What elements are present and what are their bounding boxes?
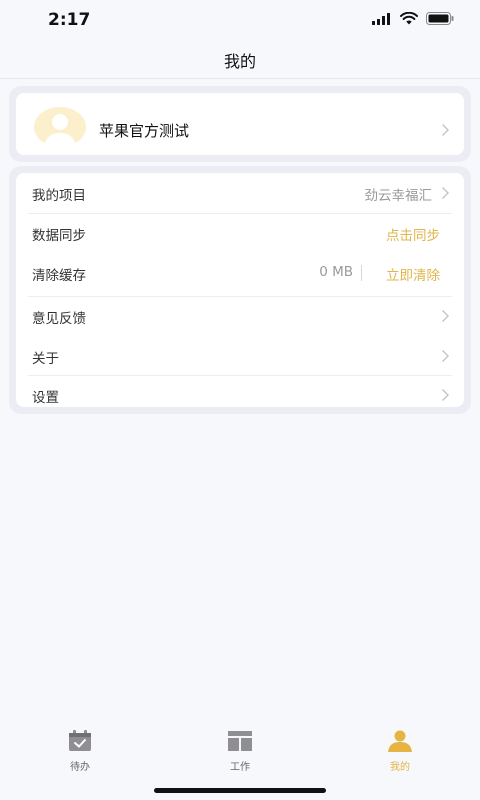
sync-now-button[interactable]: 点击同步: [386, 224, 440, 244]
chevron-right-icon: [442, 389, 449, 401]
menu-item-my-project[interactable]: 我的项目 劲云幸福汇: [16, 173, 464, 213]
status-bar: 2:17: [0, 0, 480, 40]
tab-mine[interactable]: 我的: [360, 730, 440, 773]
tab-work[interactable]: 工作: [200, 730, 280, 773]
default-avatar-icon: [44, 114, 76, 147]
menu-item-clear-cache: 清除缓存 0 MB 立即清除: [16, 253, 464, 293]
chevron-right-icon: [442, 310, 449, 322]
menu-item-label: 清除缓存: [32, 268, 86, 284]
layout-icon: [228, 731, 252, 751]
status-icons: [372, 12, 454, 25]
menu-item-label: 数据同步: [32, 228, 86, 244]
wifi-icon: [400, 12, 418, 25]
calendar-check-icon: [69, 730, 91, 751]
tab-label: 工作: [230, 762, 250, 773]
menu-item-feedback[interactable]: 意见反馈: [16, 296, 464, 336]
tab-todo[interactable]: 待办: [40, 730, 120, 773]
profile-card[interactable]: 苹果官方测试: [16, 93, 464, 155]
profile-section: 苹果官方测试: [9, 86, 471, 162]
battery-icon: [426, 12, 454, 25]
person-icon: [388, 730, 412, 752]
menu-item-label: 设置: [32, 390, 59, 406]
clear-now-button[interactable]: 立即清除: [386, 264, 440, 284]
menu-section: 我的项目 劲云幸福汇 数据同步 点击同步 清除缓存 0 MB 立即清除 意见反馈…: [9, 166, 471, 414]
profile-name: 苹果官方测试: [99, 122, 190, 140]
cache-size-value: 0 MB: [319, 264, 353, 280]
cellular-signal-icon: [372, 12, 390, 25]
status-time: 2:17: [48, 10, 91, 30]
chevron-right-icon: [442, 350, 449, 362]
chevron-right-icon: [442, 187, 449, 199]
chevron-right-icon: [442, 124, 449, 136]
project-name-value: 劲云幸福汇: [364, 188, 433, 204]
nav-bar: 我的: [0, 40, 480, 79]
menu-item-data-sync: 数据同步 点击同步: [16, 213, 464, 253]
menu-item-label: 关于: [32, 351, 59, 367]
tab-label: 我的: [390, 762, 410, 773]
page-title: 我的: [223, 52, 256, 71]
menu-item-label: 我的项目: [32, 188, 86, 204]
menu-item-label: 意见反馈: [32, 311, 86, 327]
tab-label: 待办: [70, 762, 90, 773]
menu-card: 我的项目 劲云幸福汇 数据同步 点击同步 清除缓存 0 MB 立即清除 意见反馈…: [16, 173, 464, 407]
vertical-separator: [361, 265, 362, 281]
home-indicator: [154, 788, 326, 793]
menu-item-settings[interactable]: 设置: [16, 375, 464, 415]
menu-item-about[interactable]: 关于: [16, 336, 464, 376]
avatar: [34, 107, 86, 147]
